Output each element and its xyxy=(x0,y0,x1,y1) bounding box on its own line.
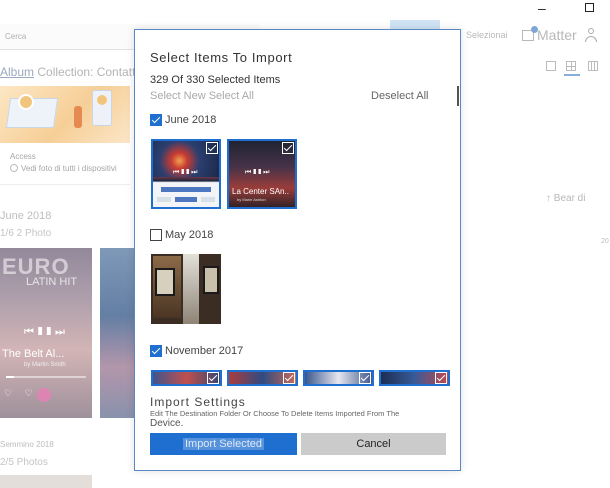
photo-checkbox-1[interactable] xyxy=(206,142,218,154)
group-photo-count-2: 2/5 Photos xyxy=(0,457,48,468)
group-header-may-2018[interactable]: May 2018 xyxy=(150,229,213,241)
instagram-icon xyxy=(37,388,51,402)
select-new-link[interactable]: Select New Select All xyxy=(150,90,254,102)
anime-photo-thumbnail[interactable] xyxy=(100,248,134,418)
side-panel-number: 20 xyxy=(601,238,609,245)
scrollbar[interactable] xyxy=(457,86,459,106)
photo-checkbox-7[interactable] xyxy=(435,372,447,384)
player-controls-icon: ⏮❚❚⏭ xyxy=(24,326,69,338)
photo-checkbox-6[interactable] xyxy=(359,372,371,384)
photo-thumbnail-6[interactable] xyxy=(303,370,374,386)
share-icons: ♡ ♡ xyxy=(4,388,38,398)
import-dialog: Select Items To Import 329 Of 330 Select… xyxy=(134,29,461,471)
import-settings-link[interactable]: Import Settings xyxy=(150,395,246,409)
divider xyxy=(0,184,130,185)
single-view-icon[interactable] xyxy=(546,61,556,71)
player-controls-icon: ⏮❚❚⏭ xyxy=(245,169,272,176)
photo-caption: La Center SAn.. xyxy=(232,187,289,196)
deselect-all-link[interactable]: Deselect All xyxy=(371,90,428,102)
group-header-november-2017[interactable]: November 2017 xyxy=(150,345,243,357)
music-track-artist: by Martin Smith xyxy=(24,362,66,368)
group-label: May 2018 xyxy=(165,229,214,241)
search-box[interactable]: Cerca xyxy=(0,24,130,50)
progress-bar-fill xyxy=(6,376,14,378)
photo-thumbnail-7[interactable] xyxy=(379,370,450,386)
photo-thumbnail-1[interactable]: ⏮❚❚⏭ xyxy=(151,139,221,209)
import-settings-device: Device. xyxy=(150,418,184,429)
notification-dot xyxy=(531,26,538,33)
photos-app-window: – Cerca Selezionai Matter Album Collecti… xyxy=(0,0,610,488)
group-header-june-2018[interactable]: June 2018 xyxy=(150,114,216,126)
dense-grid-icon[interactable] xyxy=(588,61,598,71)
breadcrumb: Album Collection: Contatt xyxy=(0,65,135,79)
brand-header[interactable]: Matter xyxy=(522,26,577,43)
photo-checkbox-4[interactable] xyxy=(207,372,219,384)
photo-thumbnail-3[interactable] xyxy=(151,254,221,324)
notification-icon xyxy=(522,26,538,41)
devices-banner-image xyxy=(0,86,130,143)
photo-thumbnail-5[interactable] xyxy=(227,370,298,386)
dialog-title: Select Items To Import xyxy=(150,50,293,65)
breadcrumb-album-link[interactable]: Album xyxy=(0,65,34,79)
devices-icon xyxy=(10,164,18,172)
photo-caption-artist: by Marie Ashton xyxy=(237,197,266,202)
group-photo-count: 1/6 2 Photo xyxy=(0,228,52,239)
grid-view-icon[interactable] xyxy=(566,61,576,71)
import-settings-description: Edit The Destination Folder Or Choose To… xyxy=(150,409,400,418)
active-view-underline xyxy=(564,74,580,76)
access-label: Access xyxy=(10,152,36,161)
select-toolbar-label[interactable]: Selezionai xyxy=(466,30,508,40)
photo-thumbnail-bottom[interactable] xyxy=(0,475,92,488)
group-date-label-2: Semmino 2018 xyxy=(0,440,54,449)
group-checkbox-november-2017[interactable] xyxy=(150,345,162,357)
cancel-button[interactable]: Cancel xyxy=(301,433,446,455)
user-icon[interactable] xyxy=(585,28,597,42)
player-controls-icon: ⏮❚❚⏭ xyxy=(173,169,200,176)
music-photo-thumbnail[interactable]: EURO LATIN HIT ⏮❚❚⏭ The Belt Al... by Ma… xyxy=(0,248,92,418)
group-label: November 2017 xyxy=(165,345,244,357)
photo-checkbox-2[interactable] xyxy=(282,142,294,154)
music-track-title: The Belt Al... xyxy=(2,348,65,360)
music-sub-text: LATIN HIT xyxy=(26,276,78,288)
selected-count: 329 Of 330 Selected Items xyxy=(150,74,281,86)
breadcrumb-collection: Collection: Contatt xyxy=(34,65,136,79)
side-panel-label: ↑ Bear di xyxy=(546,193,586,204)
group-date-label: June 2018 xyxy=(0,210,52,222)
import-selected-button[interactable]: Import Selected xyxy=(150,433,297,455)
photo-thumbnail-4[interactable] xyxy=(151,370,222,386)
group-checkbox-june-2018[interactable] xyxy=(150,114,162,126)
group-label: June 2018 xyxy=(165,114,217,126)
brand-label: Matter xyxy=(537,27,577,43)
search-placeholder: Cerca xyxy=(5,32,27,41)
photo-thumbnail-2[interactable]: ⏮❚❚⏭ La Center SAn.. by Marie Ashton xyxy=(227,139,297,209)
group-checkbox-may-2018[interactable] xyxy=(150,229,162,241)
photo-checkbox-5[interactable] xyxy=(283,372,295,384)
progress-bar xyxy=(6,376,86,378)
all-devices-link[interactable]: Vedi foto di tutti i dispositivi xyxy=(10,164,117,173)
